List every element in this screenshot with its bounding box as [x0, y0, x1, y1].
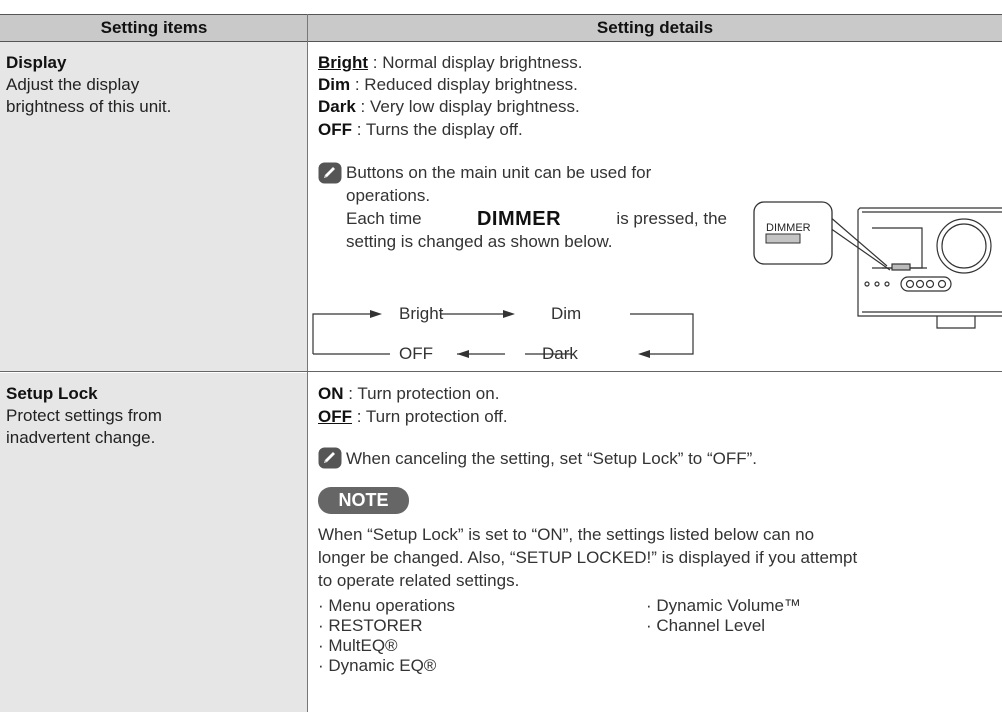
locked-list-right: · Dynamic Volume™ · Channel Level: [646, 596, 801, 636]
note-line1: When “Setup Lock” is set to “ON”, the se…: [318, 525, 815, 544]
receiver-front-panel-illustration: [753, 201, 1002, 329]
dimmer-keyword: DIMMER: [476, 208, 562, 230]
tip-line1: Buttons on the main unit can be used for: [346, 163, 652, 182]
option-dark: Dark : Very low display brightness.: [318, 97, 580, 116]
display-desc-line2: brightness of this unit.: [6, 97, 172, 116]
option-off: OFF : Turns the display off.: [318, 120, 523, 139]
option-dim: Dim : Reduced display brightness.: [318, 75, 578, 94]
setup-lock-desc-line2: inadvertent change.: [6, 428, 156, 447]
cycle-off: OFF: [399, 344, 433, 363]
list-item: · RESTORER: [318, 616, 423, 635]
list-item: · Channel Level: [646, 616, 766, 635]
settings-table: Setting items Setting details Display Ad…: [0, 0, 1002, 712]
header-setting-items: Setting items: [0, 14, 308, 42]
tip-line3: Each time DIMMER is pressed, the: [346, 208, 727, 230]
note-line3: to operate related settings.: [318, 571, 520, 590]
cycle-dim: Dim: [551, 304, 582, 323]
dimmer-button-label: DIMMER: [766, 222, 811, 234]
display-title: Display: [6, 53, 67, 72]
setup-lock-tip: When canceling the setting, set “Setup L…: [346, 449, 758, 468]
option-lock-off: OFF : Turn protection off.: [318, 407, 508, 426]
setup-lock-desc-line1: Protect settings from: [6, 406, 162, 425]
setup-lock-title: Setup Lock: [6, 384, 98, 403]
pencil-note-icon: [318, 447, 342, 469]
option-lock-on: ON : Turn protection on.: [318, 384, 500, 403]
list-item: · Dynamic EQ®: [318, 656, 437, 675]
pencil-note-icon: [318, 162, 342, 184]
list-item: · Menu operations: [318, 596, 456, 615]
note-badge: NOTE: [318, 487, 409, 514]
list-item: · MultEQ®: [318, 636, 398, 655]
list-item: · Dynamic Volume™: [646, 596, 801, 615]
display-desc-line1: Adjust the display: [6, 75, 140, 94]
tip-line4: setting is changed as shown below.: [346, 232, 613, 251]
brightness-cycle-diagram: [312, 310, 694, 358]
header-setting-details: Setting details: [308, 14, 1002, 42]
row-divider: [0, 371, 1002, 372]
locked-list-left: · Menu operations · RESTORER · MultEQ® ·…: [318, 596, 455, 676]
setup-lock-item-text: Setup Lock Protect settings from inadver…: [6, 383, 162, 449]
cycle-bright: Bright: [399, 304, 444, 323]
column-divider: [307, 14, 308, 712]
cycle-dark: Dark: [542, 344, 578, 363]
display-item-text: Display Adjust the display brightness of…: [6, 52, 171, 118]
note-line2: longer be changed. Also, “SETUP LOCKED!”…: [318, 548, 858, 567]
option-bright: Bright : Normal display brightness.: [318, 53, 583, 72]
tip-line2: operations.: [346, 186, 431, 205]
